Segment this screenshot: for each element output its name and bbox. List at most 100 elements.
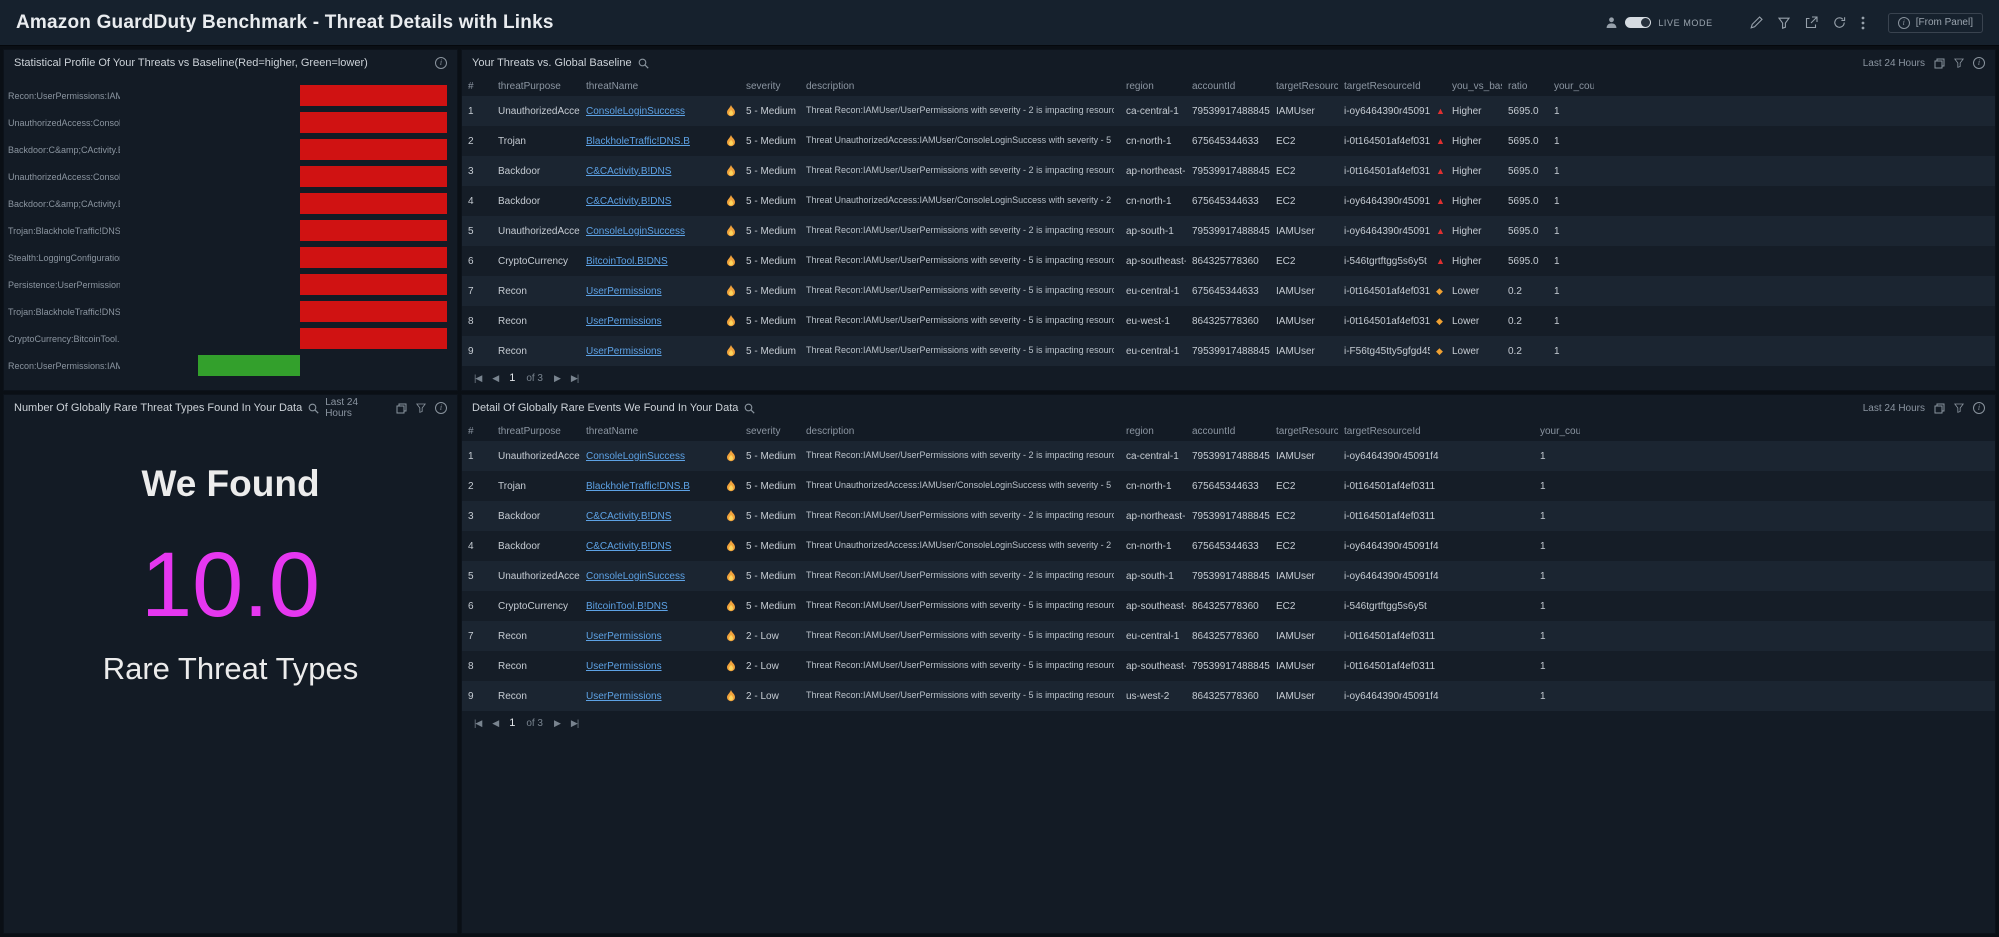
threat-name-link[interactable]: C&CActivity.B!DNS <box>586 511 671 522</box>
live-mode-toggle[interactable] <box>1625 17 1651 28</box>
threat-name-link[interactable]: BitcoinTool.B!DNS <box>586 256 668 267</box>
column-header-targetResourceId[interactable]: targetResourceId <box>1338 76 1430 96</box>
chart-bar[interactable] <box>300 247 447 268</box>
threat-table: #threatPurposethreatName severitydescript… <box>462 421 1995 711</box>
chart-bar-track <box>120 355 447 376</box>
prev-page-button[interactable]: ◀ <box>492 373 498 384</box>
chart-bar[interactable] <box>300 193 447 214</box>
copy-icon[interactable] <box>396 403 407 414</box>
search-icon[interactable] <box>744 403 755 414</box>
column-header-you_vs_baseline[interactable]: you_vs_baseline <box>1446 76 1502 96</box>
accountId-cell: 795399174888456 <box>1186 96 1270 126</box>
baseline-bar-chart: Recon:UserPermissions:IAMUse...Unauthori… <box>4 76 457 390</box>
column-header-targetResource[interactable]: targetResource <box>1270 76 1338 96</box>
threat-name-link[interactable]: UserPermissions <box>586 691 662 702</box>
threat-name-link[interactable]: C&CActivity.B!DNS <box>586 541 671 552</box>
threat-name-link[interactable]: UserPermissions <box>586 286 662 297</box>
column-header-accountId[interactable]: accountId <box>1186 421 1270 441</box>
threat-name-link[interactable]: UserPermissions <box>586 661 662 672</box>
user-icon[interactable] <box>1605 16 1618 29</box>
column-header-description[interactable]: description <box>800 76 1120 96</box>
chart-bar[interactable] <box>300 301 447 322</box>
your_count-cell: 1 <box>1548 186 1594 216</box>
copy-icon[interactable] <box>1934 403 1945 414</box>
column-header-severity[interactable]: severity <box>740 421 800 441</box>
filter-icon[interactable] <box>1954 58 1964 68</box>
threat-name-link[interactable]: UserPermissions <box>586 346 662 357</box>
column-header-region[interactable]: region <box>1120 421 1186 441</box>
filter-icon[interactable] <box>1954 403 1964 413</box>
column-header-your_count[interactable]: your_count <box>1534 421 1580 441</box>
column-header-threatPurpose[interactable]: threatPurpose <box>492 76 580 96</box>
threat-name-link[interactable]: ConsoleLoginSuccess <box>586 451 685 462</box>
filter-icon[interactable] <box>416 403 426 413</box>
chart-bar[interactable] <box>300 220 447 241</box>
column-header-your_count[interactable]: your_count <box>1548 76 1594 96</box>
time-range-label: Last 24 Hours <box>1863 58 1925 69</box>
column-header-targetResourceId[interactable]: targetResourceId <box>1338 421 1534 441</box>
chart-category-label: UnauthorizedAccess:ConsoleL... <box>8 172 120 182</box>
column-header-idx[interactable]: # <box>462 76 492 96</box>
column-header-accountId[interactable]: accountId <box>1186 76 1270 96</box>
region-cell: ap-southeast-2 <box>1120 246 1186 276</box>
more-options-icon[interactable] <box>1861 16 1865 30</box>
column-header-ratio[interactable]: ratio <box>1502 76 1548 96</box>
chart-bar[interactable] <box>300 112 447 133</box>
info-icon[interactable]: i <box>435 57 447 69</box>
column-header-spacer <box>1580 421 1995 441</box>
row-filler <box>1594 126 1995 156</box>
next-page-button[interactable]: ▶ <box>554 373 560 384</box>
first-page-button[interactable]: |◀ <box>474 718 481 729</box>
column-header-description[interactable]: description <box>800 421 1120 441</box>
panel-title: Number Of Globally Rare Threat Types Fou… <box>14 402 302 414</box>
column-header-threatPurpose[interactable]: threatPurpose <box>492 421 580 441</box>
copy-icon[interactable] <box>1934 58 1945 69</box>
threat-name-link[interactable]: UserPermissions <box>586 316 662 327</box>
from-panel-badge[interactable]: i [From Panel] <box>1888 13 1983 33</box>
chart-bar[interactable] <box>198 355 299 376</box>
threat-name-cell: ConsoleLoginSuccess <box>580 441 720 471</box>
column-header-severity[interactable]: severity <box>740 76 800 96</box>
chart-row: Backdoor:C&amp;CActivity.B!DNS:E... <box>8 136 447 163</box>
description-cell: Threat Recon:IAMUser/UserPermissions wit… <box>800 276 1120 306</box>
column-header-idx[interactable]: # <box>462 421 492 441</box>
share-icon[interactable] <box>1805 16 1818 29</box>
info-icon[interactable]: i <box>1973 402 1985 414</box>
last-page-button[interactable]: ▶| <box>571 373 578 384</box>
filter-icon[interactable] <box>1778 17 1790 29</box>
threat-name-link[interactable]: BlackholeTraffic!DNS.B <box>586 481 690 492</box>
first-page-button[interactable]: |◀ <box>474 373 481 384</box>
edit-icon[interactable] <box>1750 16 1763 29</box>
column-header-threatName[interactable]: threatName <box>580 421 720 441</box>
next-page-button[interactable]: ▶ <box>554 718 560 729</box>
dashboard-grid: Statistical Profile Of Your Threats vs B… <box>0 46 1999 937</box>
threat-name-link[interactable]: C&CActivity.B!DNS <box>586 166 671 177</box>
last-page-button[interactable]: ▶| <box>571 718 578 729</box>
prev-page-button[interactable]: ◀ <box>492 718 498 729</box>
chart-bar[interactable] <box>300 85 447 106</box>
threat-name-link[interactable]: BitcoinTool.B!DNS <box>586 601 668 612</box>
threat-name-link[interactable]: UserPermissions <box>586 631 662 642</box>
chart-bar-track <box>120 193 447 214</box>
search-icon[interactable] <box>638 58 649 69</box>
info-icon[interactable]: i <box>435 402 447 414</box>
search-icon[interactable] <box>308 403 319 414</box>
chart-bar[interactable] <box>300 139 447 160</box>
info-icon[interactable]: i <box>1973 57 1985 69</box>
table-row: 2TrojanBlackholeTraffic!DNS.B5 - MediumT… <box>462 126 1995 156</box>
table-row: 6CryptoCurrencyBitcoinTool.B!DNS5 - Medi… <box>462 591 1995 621</box>
threat-name-link[interactable]: BlackholeTraffic!DNS.B <box>586 136 690 147</box>
chart-bar[interactable] <box>300 328 447 349</box>
refresh-icon[interactable] <box>1833 16 1846 29</box>
threat-name-link[interactable]: ConsoleLoginSuccess <box>586 106 685 117</box>
threat-name-link[interactable]: ConsoleLoginSuccess <box>586 226 685 237</box>
chart-bar[interactable] <box>300 274 447 295</box>
column-header-threatName[interactable]: threatName <box>580 76 720 96</box>
threat-name-link[interactable]: ConsoleLoginSuccess <box>586 571 685 582</box>
your_count-cell: 1 <box>1548 216 1594 246</box>
column-header-region[interactable]: region <box>1120 76 1186 96</box>
threat-name-link[interactable]: C&CActivity.B!DNS <box>586 196 671 207</box>
description-text: Threat UnauthorizedAccess:IAMUser/Consol… <box>806 480 1114 492</box>
column-header-targetResource[interactable]: targetResource <box>1270 421 1338 441</box>
chart-bar[interactable] <box>300 166 447 187</box>
